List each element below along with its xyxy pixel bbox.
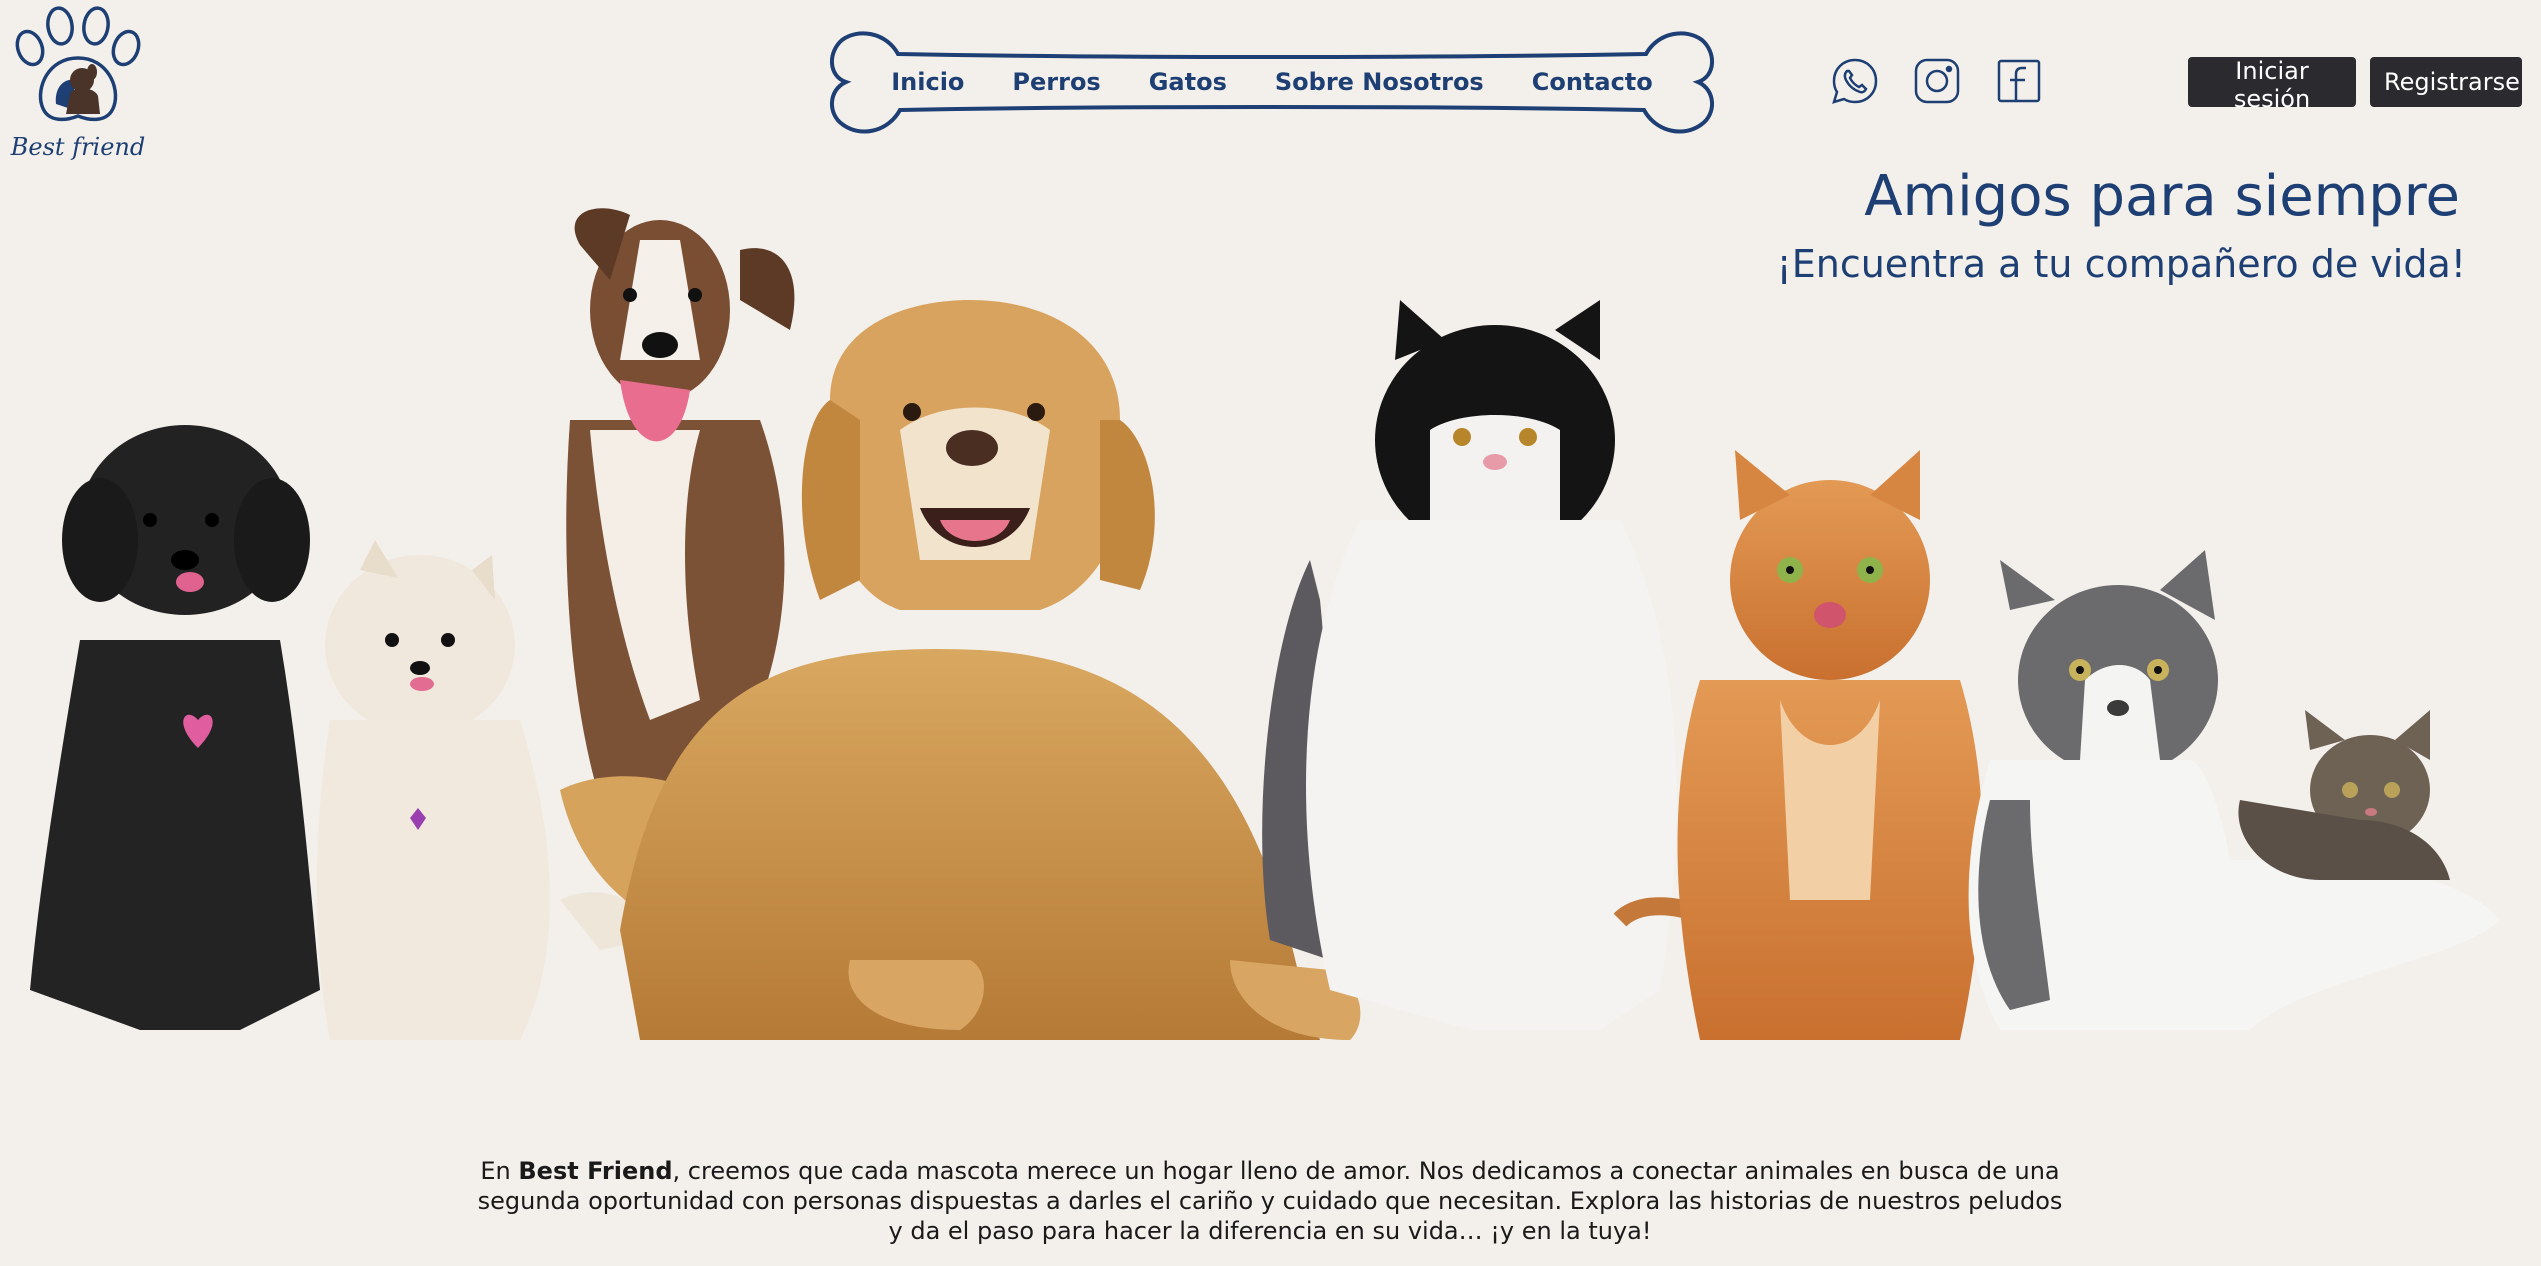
- brand-name: Best friend: [10, 133, 146, 161]
- intro-body: , creemos que cada mascota merece un hog…: [477, 1157, 2063, 1245]
- nav-perros[interactable]: Perros: [1012, 68, 1100, 96]
- login-button[interactable]: Iniciar sesión: [2188, 57, 2356, 113]
- intro-paragraph: En Best Friend, creemos que cada mascota…: [470, 1156, 2070, 1246]
- whatsapp-icon[interactable]: [1830, 56, 1880, 106]
- black-white-persian-cat-image: [1262, 300, 1677, 1030]
- facebook-icon[interactable]: [1994, 56, 2044, 106]
- register-button[interactable]: Registrarse: [2370, 57, 2522, 107]
- intro-prefix: En: [480, 1157, 519, 1185]
- tabby-kitten-image: [2238, 710, 2450, 880]
- nav-inicio[interactable]: Inicio: [891, 68, 964, 96]
- instagram-icon[interactable]: [1912, 56, 1962, 106]
- nav-contacto[interactable]: Contacto: [1532, 68, 1653, 96]
- pets-hero-image: [30, 208, 2500, 1040]
- nav-sobre-nosotros[interactable]: Sobre Nosotros: [1275, 68, 1484, 96]
- nav-gatos[interactable]: Gatos: [1149, 68, 1227, 96]
- logo[interactable]: Best friend: [8, 6, 148, 161]
- intro-brand: Best Friend: [518, 1157, 673, 1185]
- paw-logo-icon: [15, 6, 141, 122]
- main-nav: Inicio Perros Gatos Sobre Nosotros Conta…: [828, 24, 1716, 140]
- black-poodle-image: [30, 425, 320, 1030]
